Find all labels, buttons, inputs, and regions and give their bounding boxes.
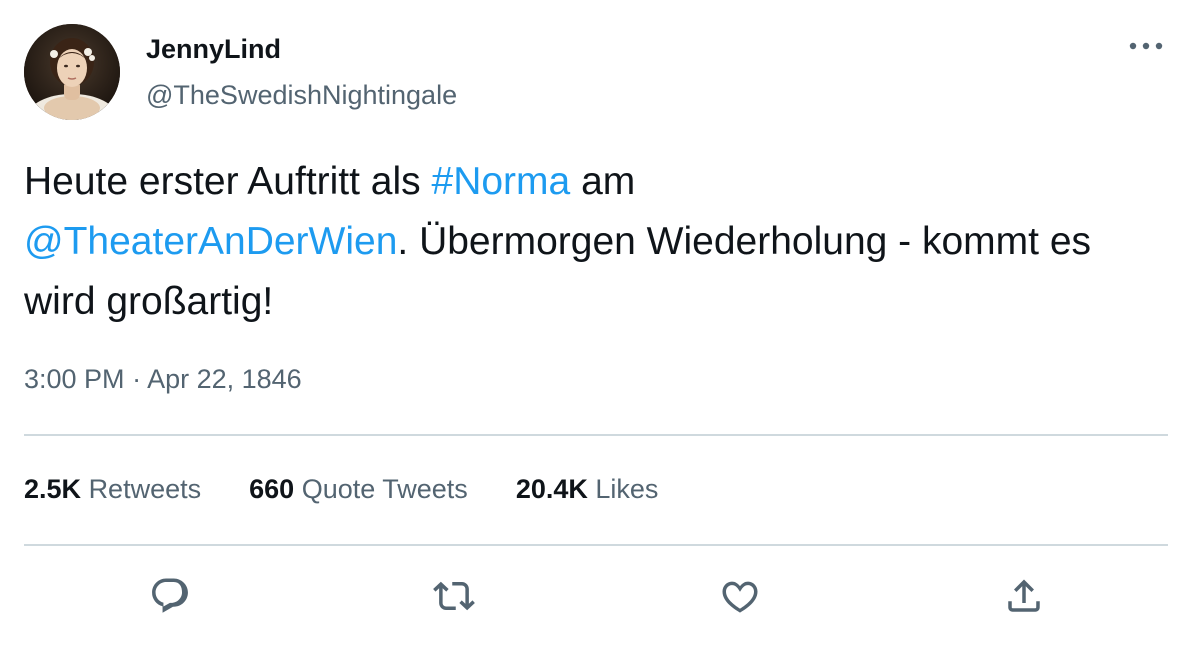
share-button[interactable] bbox=[998, 570, 1050, 622]
avatar-portrait-image bbox=[24, 24, 120, 120]
more-options-button[interactable] bbox=[1124, 28, 1168, 64]
divider bbox=[24, 544, 1168, 546]
retweets-stat[interactable]: 2.5K Retweets bbox=[24, 474, 201, 505]
timestamp-separator: · bbox=[124, 364, 148, 394]
display-name[interactable]: JennyLind bbox=[146, 34, 281, 65]
reply-button[interactable] bbox=[144, 570, 196, 622]
hashtag-link[interactable]: #Norma bbox=[432, 160, 571, 203]
mention-link[interactable]: @TheaterAnDerWien bbox=[24, 220, 397, 263]
user-handle[interactable]: @TheSwedishNightingale bbox=[146, 80, 457, 111]
retweets-count: 2.5K bbox=[24, 474, 82, 504]
tweet-time-link[interactable]: 3:00 PM bbox=[24, 364, 125, 394]
likes-label: Likes bbox=[595, 474, 659, 504]
tweet-text-part: am bbox=[570, 160, 636, 203]
share-icon bbox=[1008, 579, 1040, 612]
tweet-timestamp: 3:00 PM · Apr 22, 1846 bbox=[24, 364, 302, 395]
likes-count: 20.4K bbox=[515, 474, 588, 504]
tweet-text: Heute erster Auftritt als #Norma am @Thea… bbox=[24, 152, 1164, 332]
avatar[interactable] bbox=[24, 24, 120, 120]
quote-tweets-stat[interactable]: 660 Quote Tweets bbox=[249, 474, 468, 505]
reply-icon bbox=[152, 578, 188, 613]
tweet-date-link[interactable]: Apr 22, 1846 bbox=[147, 364, 302, 394]
quote-tweets-label: Quote Tweets bbox=[301, 474, 468, 504]
quote-tweets-count: 660 bbox=[249, 474, 295, 504]
retweet-button[interactable] bbox=[428, 570, 480, 622]
retweets-label: Retweets bbox=[88, 474, 202, 504]
engagement-stats: 2.5K Retweets 660 Quote Tweets 20.4K Lik… bbox=[24, 474, 658, 505]
like-button[interactable] bbox=[714, 570, 766, 622]
tweet-text-part: Heute erster Auftritt als bbox=[24, 160, 432, 203]
like-icon bbox=[722, 581, 758, 613]
retweet-icon bbox=[433, 581, 475, 611]
more-dots-icon bbox=[1129, 42, 1163, 50]
likes-stat[interactable]: 20.4K Likes bbox=[516, 474, 659, 505]
tweet-detail: JennyLind @TheSwedishNightingale Heute e… bbox=[0, 0, 1192, 668]
divider bbox=[24, 434, 1168, 436]
